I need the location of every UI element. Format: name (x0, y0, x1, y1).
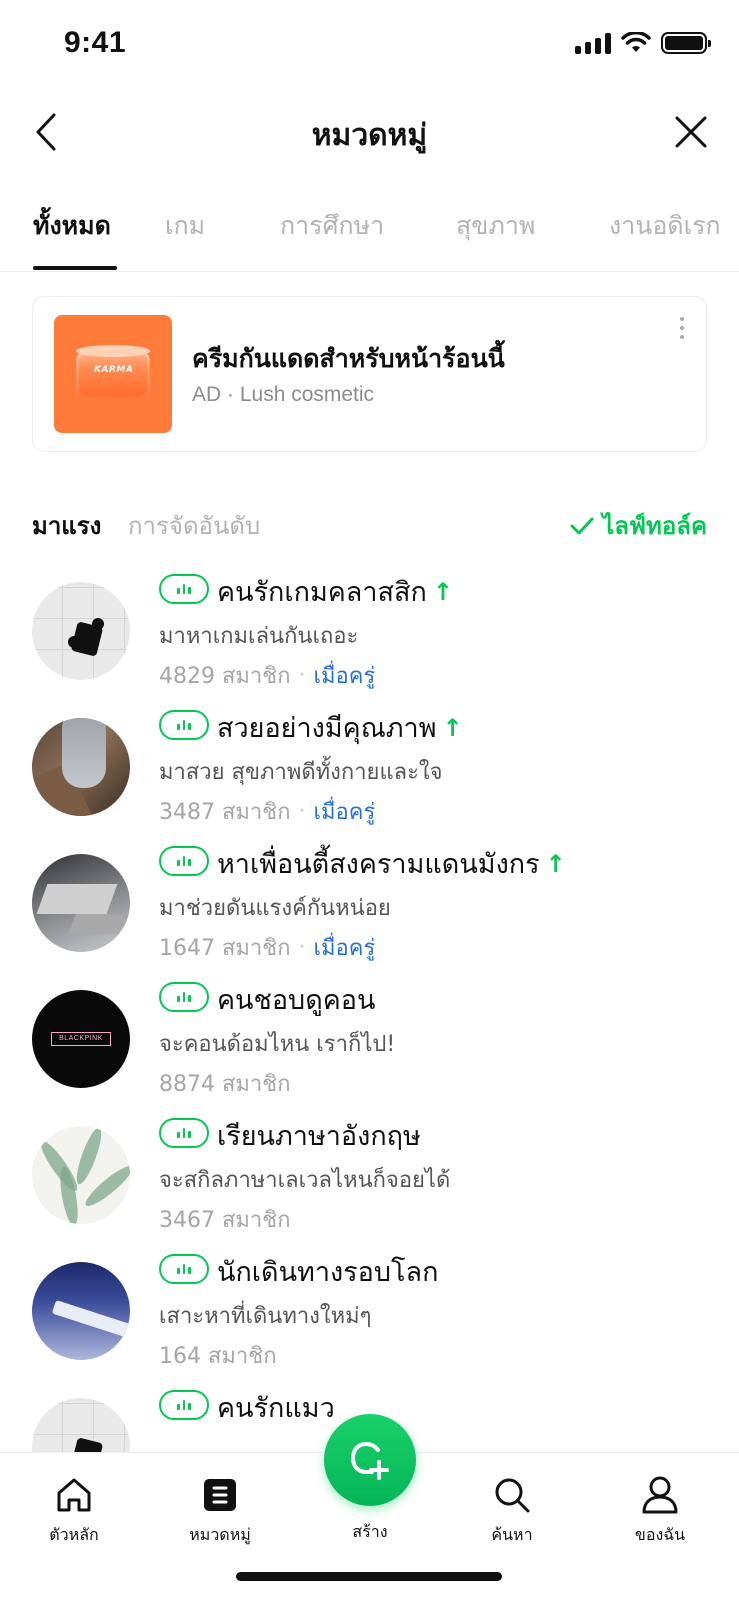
create-button[interactable] (324, 1414, 416, 1506)
category-icon (204, 1479, 236, 1511)
trend-up-icon: ↑ (545, 849, 566, 878)
list-item[interactable]: หาเพื่อนตี้สงครามแดนมังกร ↑ มาช่วยดันแรง… (0, 840, 739, 970)
nav-header: หมวดหมู่ (0, 100, 739, 164)
member-count: 3487 สมาชิก (159, 800, 291, 825)
category-tabs: ทั้งหมด เกม การศึกษา สุขภาพ งานอดิเรก (0, 196, 739, 272)
live-badge-icon (159, 1254, 209, 1284)
battery-icon (661, 32, 711, 54)
filter-row: มาแรง การจัดอันดับ ไลฟ์ทอล์ค (0, 500, 739, 544)
recent-activity: เมื่อครู่ (313, 664, 376, 689)
item-description: มาหาเกมเล่นกันเถอะ (159, 624, 359, 649)
avatar-logo-text: BLACKPINK (51, 1032, 111, 1046)
live-talk-label: ไลฟ์ทอล์ค (602, 512, 707, 540)
home-indicator (236, 1572, 502, 1581)
status-bar: 9:41 (0, 0, 739, 92)
member-count: 3467 สมาชิก (159, 1208, 291, 1233)
home-icon (57, 1478, 91, 1512)
nav-search[interactable]: ค้นหา (462, 1473, 562, 1548)
member-count: 8874 สมาชิก (159, 1072, 291, 1097)
ad-meta: AD · Lush cosmetic (192, 383, 375, 406)
item-title: คนรักเกมคลาสสิก (217, 577, 427, 608)
live-badge-icon (159, 846, 209, 876)
nav-mine-label: ของฉัน (634, 1525, 686, 1544)
create-label: สร้าง (352, 1522, 388, 1541)
live-talk-toggle[interactable]: ไลฟ์ทอล์ค (570, 506, 707, 545)
nav-mine[interactable]: ของฉัน (610, 1473, 710, 1548)
active-tab-indicator (33, 266, 117, 270)
wifi-icon (621, 32, 651, 52)
ad-card[interactable]: KARMA ครีมกันแดดสำหรับหน้าร้อนนี้ AD · L… (32, 296, 707, 452)
live-badge-icon (159, 710, 209, 740)
filter-ranking[interactable]: การจัดอันดับ (128, 506, 260, 545)
item-title: นักเดินทางรอบโลก (217, 1257, 439, 1288)
item-title: คนชอบดูคอน (217, 985, 376, 1016)
search-icon (495, 1478, 530, 1513)
avatar (32, 718, 130, 816)
page-title: หมวดหมู่ (311, 118, 428, 153)
create-chat-icon (350, 1441, 389, 1480)
recent-activity: เมื่อครู่ (313, 800, 376, 825)
avatar: BLACKPINK (32, 990, 130, 1088)
close-button[interactable] (667, 108, 715, 156)
list-item[interactable]: นักเดินทางรอบโลก เสาะหาที่เดินทางใหม่ๆ 1… (0, 1248, 739, 1378)
live-badge-icon (159, 1118, 209, 1148)
status-icons (575, 32, 711, 54)
trend-up-icon: ↑ (432, 577, 453, 606)
item-description: มาช่วยดันแรงค์กันหน่อย (159, 896, 391, 921)
member-count: 4829 สมาชิก (159, 664, 291, 689)
nav-home[interactable]: ตัวหลัก (24, 1473, 124, 1548)
recent-activity: เมื่อครู่ (313, 936, 376, 961)
trend-up-icon: ↑ (442, 713, 463, 742)
close-icon (675, 116, 707, 148)
item-title: หาเพื่อนตี้สงครามแดนมังกร (217, 849, 540, 880)
avatar (32, 1262, 130, 1360)
ad-thumbnail-label: KARMA (94, 365, 134, 375)
status-time: 9:41 (64, 26, 127, 59)
nav-search-label: ค้นหา (491, 1525, 533, 1544)
avatar (32, 1126, 130, 1224)
item-description: มาสวย สุขภาพดีทั้งกายและใจ (159, 760, 443, 785)
list-item[interactable]: เรียนภาษาอังกฤษ จะสกิลภาษาเลเวลไหนก็จอยไ… (0, 1112, 739, 1242)
cellular-signal-icon (575, 32, 611, 54)
tab-health[interactable]: สุขภาพ (456, 206, 535, 246)
avatar (32, 854, 130, 952)
nav-category-label: หมวดหมู่ (189, 1525, 251, 1544)
item-title: คนรักแมว (217, 1393, 335, 1424)
nav-home-label: ตัวหลัก (49, 1525, 99, 1544)
live-badge-icon (159, 982, 209, 1012)
member-count: 1647 สมาชิก (159, 936, 291, 961)
list-item[interactable]: สวยอย่างมีคุณภาพ ↑ มาสวย สุขภาพดีทั้งกาย… (0, 704, 739, 834)
item-description: เสาะหาที่เดินทางใหม่ๆ (159, 1304, 372, 1329)
more-options-icon[interactable] (672, 317, 692, 347)
list-item[interactable]: BLACKPINK คนชอบดูคอน จะคอนด้อมไหน เราก็ไ… (0, 976, 739, 1106)
checkmark-icon (570, 517, 594, 534)
member-count: 164 สมาชิก (159, 1344, 277, 1369)
live-badge-icon (159, 574, 209, 604)
item-description: จะสกิลภาษาเลเวลไหนก็จอยได้ (159, 1168, 451, 1193)
tab-education[interactable]: การศึกษา (280, 206, 384, 246)
item-title: สวยอย่างมีคุณภาพ (217, 713, 437, 744)
live-badge-icon (159, 1390, 209, 1420)
tab-all[interactable]: ทั้งหมด (33, 206, 111, 246)
ad-thumbnail: KARMA (54, 315, 172, 433)
item-title: เรียนภาษาอังกฤษ (217, 1121, 421, 1152)
filter-trending[interactable]: มาแรง (32, 506, 101, 545)
list-item[interactable]: คนรักเกมคลาสสิก ↑ มาหาเกมเล่นกันเถอะ 482… (0, 568, 739, 698)
nav-category[interactable]: หมวดหมู่ (170, 1473, 270, 1548)
ad-title: ครีมกันแดดสำหรับหน้าร้อนนี้ (192, 344, 505, 373)
tab-games[interactable]: เกม (165, 206, 205, 246)
avatar (32, 582, 130, 680)
profile-icon (642, 1476, 678, 1514)
item-description: จะคอนด้อมไหน เราก็ไป! (159, 1032, 396, 1057)
tab-hobby[interactable]: งานอดิเรก (609, 206, 721, 246)
